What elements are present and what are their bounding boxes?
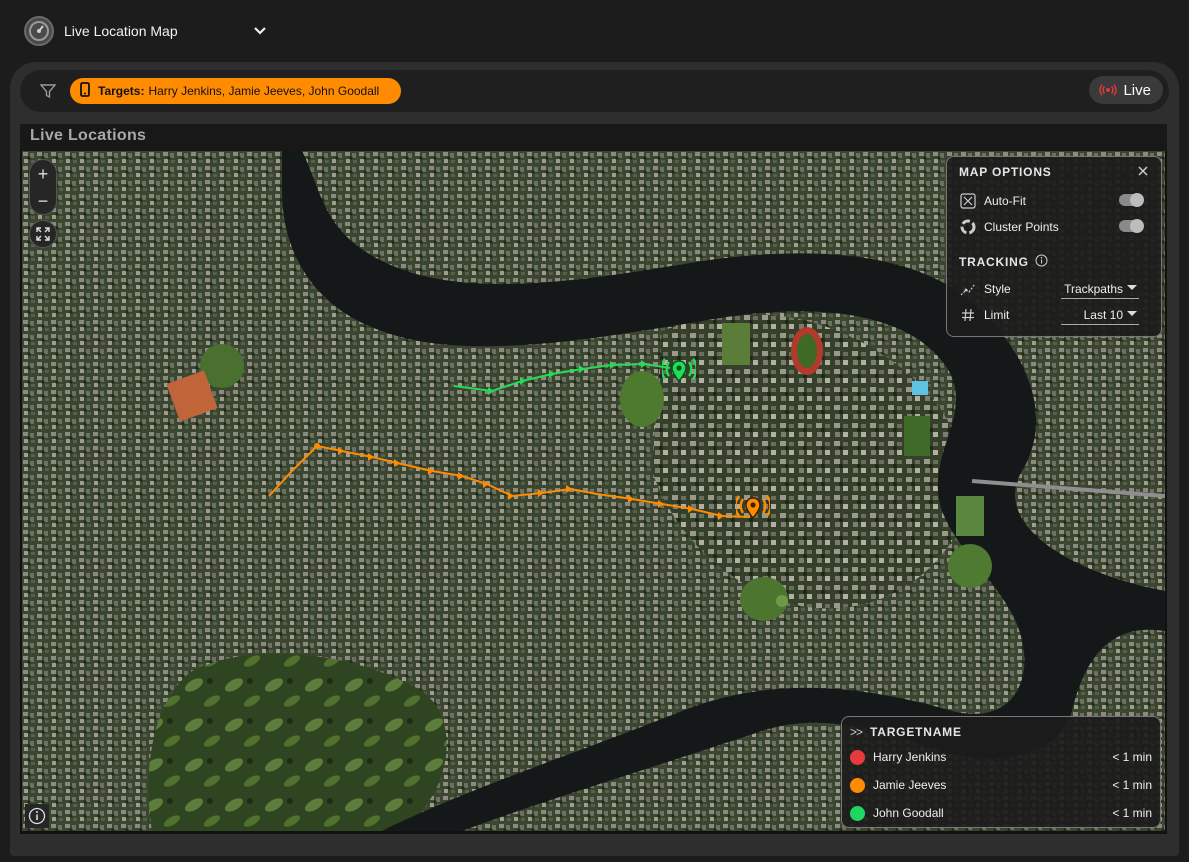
phone-icon <box>80 82 90 100</box>
map-pin-jamie-jeeves[interactable] <box>734 494 772 522</box>
legend-header: >> TARGETNAME <box>850 725 962 739</box>
cluster-points-label: Cluster Points <box>984 220 1059 234</box>
tracking-section-title: TRACKING <box>959 254 1048 270</box>
legend-row-john-goodall[interactable]: John Goodall < 1 min <box>850 803 1152 823</box>
zoom-in-button[interactable]: + <box>31 162 55 186</box>
info-icon <box>28 807 46 825</box>
cluster-points-row: Cluster Points <box>959 217 1151 237</box>
satellite-map[interactable]: + − MAP OPTIONS Auto-Fit Cluster Points … <box>22 151 1165 831</box>
auto-fit-toggle[interactable] <box>1119 193 1144 207</box>
close-icon[interactable] <box>1135 163 1151 179</box>
trackpath-jamie-jeeves-markers <box>314 443 724 520</box>
map-info-button[interactable] <box>25 804 49 828</box>
live-label: Live <box>1123 81 1151 99</box>
filter-icon[interactable] <box>38 81 58 101</box>
target-legend-panel: >> TARGETNAME Harry Jenkins < 1 min Jami… <box>841 716 1161 828</box>
targets-filter-chip[interactable]: Targets: Harry Jenkins, Jamie Jeeves, Jo… <box>70 78 402 104</box>
expand-panel-icon[interactable]: >> <box>850 725 863 739</box>
page-title: Live Location Map <box>64 23 178 39</box>
target-name: Harry Jenkins <box>873 750 947 764</box>
legend-row-harry-jenkins[interactable]: Harry Jenkins < 1 min <box>850 747 1152 767</box>
tracking-title-label: TRACKING <box>959 255 1029 269</box>
status-dot <box>850 749 865 765</box>
trackpath-jamie-jeeves <box>268 444 751 518</box>
style-label: Style <box>984 282 1011 296</box>
chevron-down-icon[interactable] <box>248 19 272 43</box>
auto-fit-label: Auto-Fit <box>984 194 1027 208</box>
auto-fit-icon <box>959 192 977 210</box>
trackpath-john-goodall <box>453 362 671 393</box>
expand-arrows-icon <box>36 227 50 241</box>
targets-chip-label: Targets: <box>98 84 145 98</box>
last-seen: < 1 min <box>1112 750 1152 764</box>
trackpath-style-icon <box>959 280 977 298</box>
limit-row: Limit Last 10 <box>959 305 1151 325</box>
zoom-out-button[interactable]: − <box>31 189 55 213</box>
limit-label: Limit <box>984 308 1010 322</box>
style-select[interactable]: Trackpaths <box>1061 279 1139 299</box>
last-seen: < 1 min <box>1112 806 1152 820</box>
filter-bar: Targets: Harry Jenkins, Jamie Jeeves, Jo… <box>20 70 1169 112</box>
live-locations-frame: Live Locations + − MAP OPTIONS Auto-Fit … <box>20 124 1167 834</box>
legend-header-label: TARGETNAME <box>870 725 962 739</box>
status-dot <box>850 805 865 821</box>
main-panel: Targets: Harry Jenkins, Jamie Jeeves, Jo… <box>10 62 1179 856</box>
tracking-info-icon[interactable] <box>1035 254 1048 270</box>
map-options-panel: MAP OPTIONS Auto-Fit Cluster Points TRAC… <box>946 156 1162 337</box>
hash-icon <box>959 306 977 324</box>
target-name: John Goodall <box>873 806 944 820</box>
last-seen: < 1 min <box>1112 778 1152 792</box>
cluster-points-toggle[interactable] <box>1119 219 1144 233</box>
auto-fit-row: Auto-Fit <box>959 191 1151 211</box>
limit-select[interactable]: Last 10 <box>1061 305 1139 325</box>
legend-row-jamie-jeeves[interactable]: Jamie Jeeves < 1 min <box>850 775 1152 795</box>
fit-bounds-button[interactable] <box>29 220 57 248</box>
status-dot <box>850 777 865 793</box>
broadcast-icon <box>1099 84 1118 96</box>
live-button[interactable]: Live <box>1089 76 1163 104</box>
targets-chip-value: Harry Jenkins, Jamie Jeeves, John Goodal… <box>148 84 380 98</box>
map-options-title: MAP OPTIONS <box>959 165 1052 179</box>
speedometer-logo-icon <box>24 16 54 46</box>
style-row: Style Trackpaths <box>959 279 1151 299</box>
section-title: Live Locations <box>20 124 1167 151</box>
cluster-icon <box>959 218 977 236</box>
target-name: Jamie Jeeves <box>873 778 947 792</box>
zoom-controls: + − <box>29 159 57 215</box>
app-header: Live Location Map <box>0 0 1189 62</box>
map-pin-john-goodall[interactable] <box>660 357 698 385</box>
